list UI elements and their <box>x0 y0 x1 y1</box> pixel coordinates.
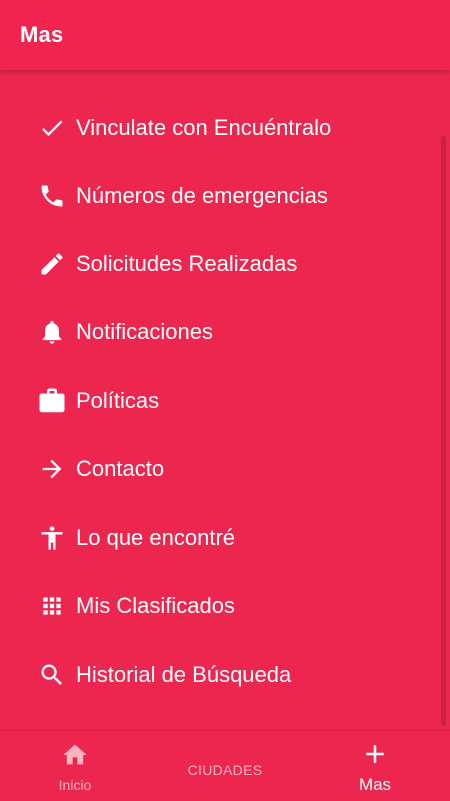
accessibility-person-icon <box>36 522 68 554</box>
menu-item-label: Políticas <box>76 388 160 413</box>
pencil-icon <box>36 248 68 280</box>
page-title: Mas <box>20 22 64 47</box>
menu-item-label: Vinculate con Encuéntralo <box>76 115 332 140</box>
bottom-navigation: Inicio CIUDADES Mas <box>0 730 450 801</box>
nav-mas[interactable]: Mas <box>300 731 450 801</box>
menu-item-historial[interactable]: Historial de Búsqueda <box>36 653 291 697</box>
search-icon <box>36 659 68 691</box>
briefcase-icon <box>36 385 68 417</box>
app-bar: Mas <box>0 0 450 70</box>
check-icon <box>36 112 68 144</box>
scrollbar[interactable] <box>441 136 446 726</box>
nav-ciudades[interactable]: CIUDADES <box>150 731 300 801</box>
menu-item-label: Solicitudes Realizadas <box>76 251 298 276</box>
menu-item-emergencias[interactable]: Números de emergencias <box>36 174 328 218</box>
menu-item-lo-que-encontre[interactable]: Lo que encontré <box>36 516 235 560</box>
menu-item-solicitudes[interactable]: Solicitudes Realizadas <box>36 242 297 286</box>
menu-item-label: Lo que encontré <box>76 525 236 550</box>
menu-item-label: Mis Clasificados <box>76 593 235 618</box>
grid-apps-icon <box>36 590 68 622</box>
more-menu-list: Vinculate con Encuéntralo Números de eme… <box>0 70 450 730</box>
menu-item-notificaciones[interactable]: Notificaciones <box>36 310 213 354</box>
home-icon <box>61 741 89 774</box>
menu-item-vinculate[interactable]: Vinculate con Encuéntralo <box>36 106 331 150</box>
menu-item-label: Números de emergencias <box>76 183 328 208</box>
menu-item-label: Historial de Búsqueda <box>76 662 292 687</box>
menu-item-label: Notificaciones <box>76 319 213 344</box>
menu-item-mis-clasificados[interactable]: Mis Clasificados <box>36 584 235 628</box>
nav-inicio-label: Inicio <box>58 777 92 793</box>
nav-mas-label: Mas <box>358 775 392 794</box>
plus-icon <box>360 739 390 774</box>
menu-item-label: Contacto <box>76 456 165 481</box>
nav-ciudades-label: CIUDADES <box>187 762 263 778</box>
menu-item-contacto[interactable]: Contacto <box>36 447 164 491</box>
bell-icon <box>36 316 68 348</box>
phone-icon <box>36 180 68 212</box>
nav-inicio[interactable]: Inicio <box>0 731 150 801</box>
menu-item-politicas[interactable]: Políticas <box>36 379 159 423</box>
arrow-right-icon <box>36 453 68 485</box>
